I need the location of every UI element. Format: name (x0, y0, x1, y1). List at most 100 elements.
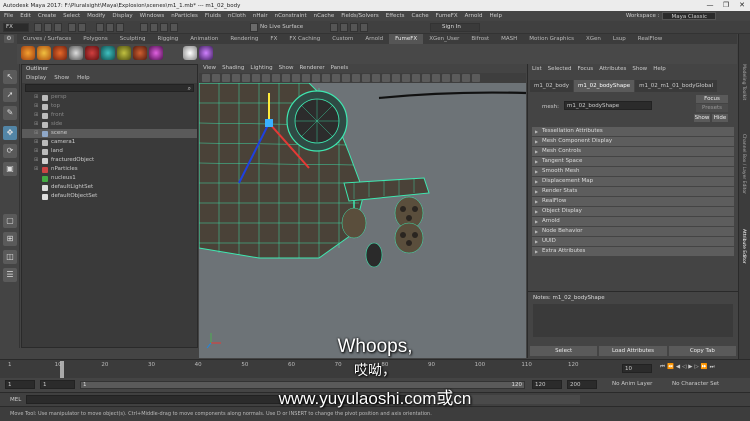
expand-icon[interactable]: ⊞ (34, 129, 39, 138)
undo-icon[interactable] (68, 23, 76, 32)
smooth-shade-icon[interactable] (312, 74, 320, 82)
ae-section-mesh-component-display[interactable]: Mesh Component Display (532, 137, 734, 146)
shelf-tab-rendering[interactable]: Rendering (224, 34, 264, 44)
lasso-tool-icon[interactable]: ➚ (3, 88, 17, 102)
expand-icon[interactable]: ⊞ (34, 93, 39, 102)
outliner-menu-help[interactable]: Help (77, 74, 90, 83)
attribute-editor-tab[interactable]: Attribute Editor (741, 229, 746, 264)
ae-tab-bodyshape[interactable]: m1_02_bodyShape (573, 80, 635, 92)
outliner-item[interactable]: ⊞ scene (22, 129, 197, 138)
outliner-layout-icon[interactable]: ☰ (3, 268, 17, 282)
outliner-search-input[interactable]: ⌕ (25, 84, 194, 92)
ae-section-uuid[interactable]: UUID (532, 237, 734, 246)
menu-nparticles[interactable]: nParticles (171, 13, 198, 19)
channel-box-tab[interactable]: Channel Box / Layer Editor (741, 134, 746, 194)
isolate-select-icon[interactable] (392, 74, 400, 82)
image-plane-icon[interactable] (222, 74, 230, 82)
color-mgmt-icon[interactable] (452, 74, 460, 82)
perspective-viewport[interactable]: View Shading Lighting Show Renderer Panels (199, 64, 526, 358)
outliner-item[interactable]: nucleus1 (22, 174, 197, 183)
menu-nhair[interactable]: nHair (253, 13, 268, 19)
menu-nconstraint[interactable]: nConstraint (275, 13, 307, 19)
rotate-tool-icon[interactable]: ⟳ (3, 144, 17, 158)
expand-icon[interactable]: ⊞ (34, 102, 39, 111)
lights-icon[interactable] (332, 74, 340, 82)
fumefx-render-icon[interactable] (199, 46, 213, 60)
open-scene-icon[interactable] (44, 23, 52, 32)
gate-mask-icon[interactable] (262, 74, 270, 82)
shelf-tab-fx-caching[interactable]: FX Caching (283, 34, 326, 44)
outliner-item[interactable]: ⊞ side (22, 120, 197, 129)
two-layout-icon[interactable]: ◫ (3, 250, 17, 264)
ae-menu-show[interactable]: Show (632, 64, 647, 74)
shelf-menu-icon[interactable]: ⚙ (4, 35, 14, 43)
grid-toggle-icon[interactable] (232, 74, 240, 82)
hud-icon[interactable] (462, 74, 470, 82)
viewport-menu-show[interactable]: Show (279, 64, 294, 73)
new-scene-icon[interactable] (34, 23, 42, 32)
select-object-icon[interactable] (106, 23, 114, 32)
single-layout-icon[interactable]: ▢ (3, 214, 17, 228)
expand-icon[interactable]: ⊞ (34, 156, 39, 165)
modeling-toolkit-tab[interactable]: Modeling Toolkit (741, 64, 746, 100)
ae-section-object-display[interactable]: Object Display (532, 207, 734, 216)
menu-fluids[interactable]: Fluids (205, 13, 221, 19)
hide-button[interactable]: Hide (712, 114, 728, 122)
xray-icon[interactable] (402, 74, 410, 82)
outliner-item[interactable]: ⊞ persp (22, 93, 197, 102)
shelf-tab-arnold[interactable]: Arnold (359, 34, 389, 44)
menu-cache[interactable]: Cache (412, 13, 429, 19)
outliner-item[interactable]: ⊞ fracturedObject (22, 156, 197, 165)
outliner-item[interactable]: defaultLightSet (22, 183, 197, 192)
outliner-menu-show[interactable]: Show (54, 74, 69, 83)
safe-action-icon[interactable] (282, 74, 290, 82)
expand-icon[interactable]: ⊞ (34, 165, 39, 174)
ae-tab-body[interactable]: m1_02_body (530, 80, 573, 92)
workspace-dropdown[interactable]: Maya Classic (662, 12, 716, 20)
fumefx-gravity-icon[interactable] (117, 46, 131, 60)
select-tool-icon[interactable]: ↖ (3, 70, 17, 84)
fumefx-grid-icon[interactable] (21, 46, 35, 60)
sign-in-button[interactable]: Sign In (430, 23, 480, 32)
xray-joints-icon[interactable] (412, 74, 420, 82)
render-current-icon[interactable] (330, 23, 338, 32)
paint-select-icon[interactable]: ✎ (3, 106, 17, 120)
snap-view-icon[interactable] (170, 23, 178, 32)
outliner-item[interactable]: ⊞ nParticles (22, 165, 197, 174)
motion-blur-icon[interactable] (362, 74, 370, 82)
render-settings-icon[interactable] (350, 23, 358, 32)
aa-icon[interactable] (372, 74, 380, 82)
shelf-tab-fx[interactable]: FX (264, 34, 283, 44)
shelf-tab-motion-graphics[interactable]: Motion Graphics (523, 34, 580, 44)
fumefx-ui-icon[interactable] (183, 46, 197, 60)
shelf-tab-curves-surfaces[interactable]: Curves / Surfaces (17, 34, 77, 44)
film-gate-icon[interactable] (242, 74, 250, 82)
menu-modify[interactable]: Modify (87, 13, 105, 19)
shelf-tab-bifrost[interactable]: Bifrost (465, 34, 495, 44)
fumefx-simple-source-icon[interactable] (53, 46, 67, 60)
menu-ncache[interactable]: nCache (314, 13, 335, 19)
outliner-menu-display[interactable]: Display (26, 74, 46, 83)
scale-tool-icon[interactable]: ▣ (3, 162, 17, 176)
minimize-button[interactable]: — (702, 0, 718, 11)
maximize-button[interactable]: ❐ (718, 0, 734, 11)
textured-icon[interactable] (322, 74, 330, 82)
snap-point-icon[interactable] (160, 23, 168, 32)
viewport-menu-renderer[interactable]: Renderer (299, 64, 324, 73)
ae-section-realflow[interactable]: RealFlow (532, 197, 734, 206)
fumefx-object-source-icon[interactable] (69, 46, 83, 60)
expand-icon[interactable]: ⊞ (34, 111, 39, 120)
menu-arnold[interactable]: Arnold (465, 13, 483, 19)
menu-set-dropdown[interactable]: FX (3, 23, 29, 32)
ae-section-mesh-controls[interactable]: Mesh Controls (532, 147, 734, 156)
expand-icon[interactable]: ⊞ (34, 147, 39, 156)
wireframe-icon[interactable] (302, 74, 310, 82)
expand-icon[interactable]: ⊞ (34, 138, 39, 147)
ae-menu-selected[interactable]: Selected (548, 64, 572, 74)
close-button[interactable]: ✕ (734, 0, 750, 11)
mesh-name-field[interactable]: m1_02_bodyShape (564, 101, 652, 110)
menu-fumefx[interactable]: FumeFX (436, 13, 458, 19)
ao-icon[interactable] (352, 74, 360, 82)
bookmark-icon[interactable] (212, 74, 220, 82)
menu-edit[interactable]: Edit (20, 13, 31, 19)
